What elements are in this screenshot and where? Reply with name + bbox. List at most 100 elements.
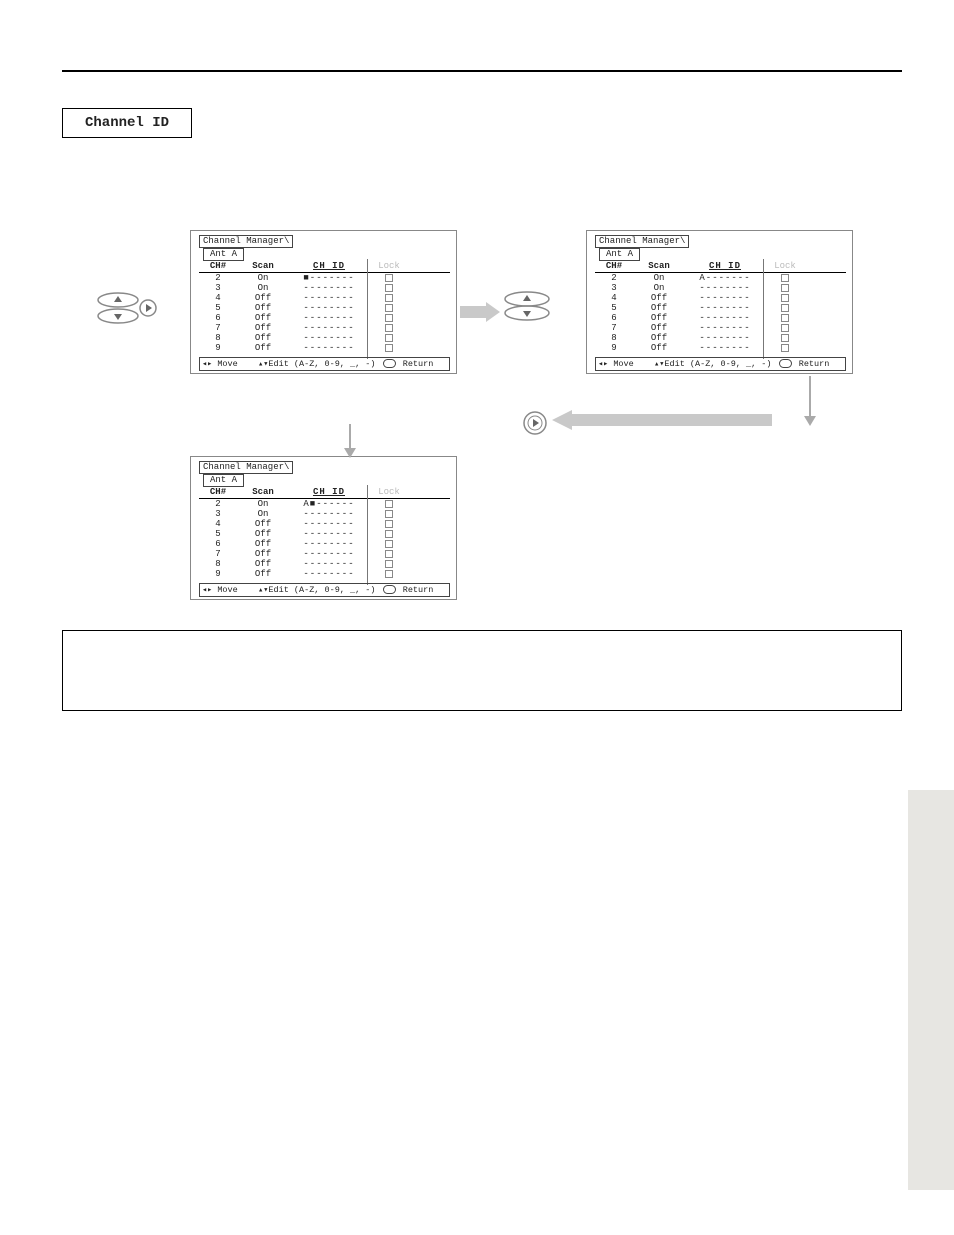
cell-lock [369,509,409,519]
hdr-lock: Lock [369,487,409,497]
hdr-chid: CH ID [289,487,369,497]
lock-checkbox-icon [781,344,789,352]
table-header: CH# Scan CH ID Lock [199,261,450,273]
cell-chid: -------- [289,303,369,313]
remote-nav-icon-1 [96,290,160,326]
hdr-ch: CH# [199,261,237,271]
channel-table: CH# Scan CH ID Lock 2OnA■------3On------… [199,487,450,579]
cell-lock [369,519,409,529]
cell-lock [765,293,805,303]
cell-chid: -------- [289,519,369,529]
lock-checkbox-icon [385,294,393,302]
cell-chid: -------- [289,333,369,343]
lock-checkbox-icon [385,520,393,528]
lock-checkbox-icon [385,284,393,292]
table-row: 3On-------- [199,283,450,293]
section-label-box: Channel ID [62,108,192,138]
return-icon [383,359,396,368]
cell-ch: 4 [595,293,633,303]
lock-checkbox-icon [781,304,789,312]
channel-table: CH# Scan CH ID Lock 2OnA-------3On------… [595,261,846,353]
footer-return: Return [403,585,434,595]
hdr-lock: Lock [369,261,409,271]
cell-chid: -------- [289,313,369,323]
antenna-tab: Ant A [203,474,244,487]
return-icon [779,359,792,368]
cell-ch: 6 [595,313,633,323]
note-item [93,683,889,700]
hdr-chid: CH ID [685,261,765,271]
cell-lock [765,273,805,283]
panel-title: Channel Manager\ [199,461,293,474]
cell-ch: 3 [199,283,237,293]
cell-scan: Off [633,313,685,323]
note-list [93,643,889,699]
table-row: 8Off-------- [199,333,450,343]
table-row: 2OnA■------ [199,499,450,509]
cell-ch: 8 [199,559,237,569]
note-box [62,630,902,711]
cell-chid: -------- [685,343,765,353]
lock-checkbox-icon [781,284,789,292]
cell-lock [765,283,805,293]
cell-chid: -------- [685,333,765,343]
cell-scan: Off [237,529,289,539]
table-row: 5Off-------- [595,303,846,313]
cell-lock [765,313,805,323]
cell-scan: Off [237,519,289,529]
cell-lock [369,559,409,569]
cell-ch: 5 [199,303,237,313]
column-divider [367,259,368,359]
remote-play-button-icon [522,410,548,441]
table-row: 3On-------- [595,283,846,293]
cell-chid: A■------ [289,499,369,509]
cell-lock [369,273,409,283]
cell-ch: 3 [199,509,237,519]
panel-title: Channel Manager\ [595,235,689,248]
cell-lock [369,549,409,559]
table-row: 2On■------- [199,273,450,283]
hdr-lock: Lock [765,261,805,271]
intro-paragraph [62,160,894,164]
cell-chid: -------- [289,293,369,303]
table-row: 4Off-------- [595,293,846,303]
cell-lock [369,323,409,333]
cell-ch: 6 [199,539,237,549]
cell-scan: Off [633,343,685,353]
footer-return: Return [403,359,434,369]
screenshot-panel-1: Channel Manager\ Ant A CH# Scan CH ID Lo… [190,230,457,374]
cell-chid: -------- [289,509,369,519]
cell-ch: 5 [199,529,237,539]
hdr-scan: Scan [237,487,289,497]
cell-lock [369,569,409,579]
section-label: Channel ID [85,115,169,131]
cell-scan: Off [237,323,289,333]
cell-scan: Off [237,343,289,353]
table-header: CH# Scan CH ID Lock [199,487,450,499]
table-row: 5Off-------- [199,303,450,313]
lock-checkbox-icon [781,314,789,322]
cell-chid: -------- [289,549,369,559]
table-row: 6Off-------- [199,313,450,323]
cell-ch: 7 [199,323,237,333]
screenshot-panel-2: Channel Manager\ Ant A CH# Scan CH ID Lo… [586,230,853,374]
cell-lock [369,539,409,549]
cell-chid: -------- [289,283,369,293]
cell-chid: ■------- [289,273,369,283]
lock-checkbox-icon [385,570,393,578]
cell-chid: -------- [289,343,369,353]
cell-chid: -------- [685,283,765,293]
hdr-ch: CH# [199,487,237,497]
cell-scan: Off [237,549,289,559]
lock-checkbox-icon [385,500,393,508]
lock-checkbox-icon [781,274,789,282]
cell-chid: -------- [685,313,765,323]
table-row: 7Off-------- [595,323,846,333]
cell-chid: -------- [685,293,765,303]
flow-arrow-right-1 [460,302,500,327]
table-row: 4Off-------- [199,293,450,303]
lock-checkbox-icon [385,540,393,548]
cell-ch: 7 [199,549,237,559]
cell-scan: On [237,273,289,283]
table-row: 6Off-------- [199,539,450,549]
